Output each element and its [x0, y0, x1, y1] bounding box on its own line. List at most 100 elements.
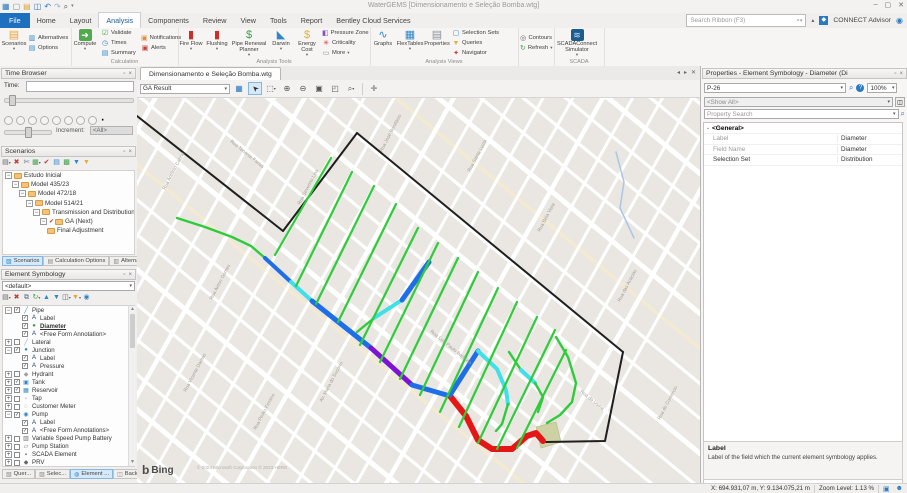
scenario-tree-item[interactable]: − Estudo Inicial [3, 171, 134, 180]
delete-symbology-icon[interactable]: ✖ [12, 293, 21, 303]
scrollbar-thumb[interactable] [130, 314, 135, 348]
ribbon-button-scadaconnect-simulator[interactable]: ≋ SCADAConnect Simulator ▾ [554, 28, 600, 58]
playback-button[interactable] [16, 115, 25, 125]
close-icon[interactable]: × [128, 71, 132, 77]
tree-expander-icon[interactable]: − [5, 172, 12, 180]
collapse-ribbon-icon[interactable]: ▴ [811, 17, 814, 24]
save-status-icon[interactable]: ▣ [883, 485, 890, 493]
ribbon-button-flushing[interactable]: ▮ Flushing ▾ [204, 28, 230, 58]
ribbon-tab-home[interactable]: Home [30, 13, 63, 28]
scenario-tree-item[interactable]: − Model 435/23 [3, 180, 134, 189]
ribbon-button-more[interactable]: ▭ More ▾ [320, 48, 364, 58]
move-down-icon[interactable]: ▼ [52, 293, 61, 303]
help-icon[interactable]: ◉ [82, 293, 91, 303]
scenario-tree-item[interactable]: − Model 472/18 [3, 189, 134, 198]
ribbon-tab-tools[interactable]: Tools [263, 13, 294, 28]
document-tab[interactable]: Dimensionamento e Seleção Bomba.wtg [140, 67, 281, 81]
scenario-tree-item[interactable]: − Model 514/21 [3, 199, 134, 208]
symbology-tree-item[interactable]: + ▥ Variable Speed Pump Battery [3, 435, 134, 443]
tree-expander-icon[interactable]: + [5, 451, 12, 459]
dock-tab-selec[interactable]: ▨ Selec... [35, 469, 71, 479]
ribbon-tab-components[interactable]: Components [141, 13, 196, 28]
ribbon-button-scenarios[interactable]: ▤ Scenarios ▾ [2, 28, 27, 58]
move-up-icon[interactable]: ▲ [42, 293, 51, 303]
new-symbology-icon[interactable]: ▤ ▾ [2, 293, 11, 303]
delete-scenario-icon[interactable]: ✖ [12, 158, 21, 168]
search-icon[interactable]: ⌕ [901, 109, 905, 119]
show-all-filter-combo[interactable]: <Show All> ▾ [704, 97, 893, 107]
symbology-toggle-icon[interactable]: ▦ [232, 82, 246, 95]
zoom-in-icon[interactable]: ⊕ [280, 82, 294, 95]
filter-icon[interactable]: ▼ ▾ [72, 293, 81, 303]
symbology-tree-item[interactable]: + ◆ PRV [3, 459, 134, 466]
ribbon-button-fire-flow[interactable]: ▮ Fire Flow ▾ [178, 28, 204, 58]
ribbon-tab-bentley-cloud-services[interactable]: Bentley Cloud Services [329, 13, 417, 28]
checkbox-icon[interactable]: ✓ [22, 315, 28, 322]
symbology-tree-item[interactable]: ✓ A <Free Form Annotations> [3, 427, 134, 435]
tree-expander-icon[interactable]: − [19, 190, 26, 198]
increment-value[interactable]: <All> [90, 126, 133, 135]
checkbox-icon[interactable]: ✓ [14, 411, 20, 418]
checkbox-icon[interactable]: ✓ [14, 379, 20, 386]
tree-expander-icon[interactable]: + [5, 378, 12, 386]
copy-symbology-icon[interactable]: ⧉ [22, 293, 31, 303]
ribbon-button-contours[interactable]: ◎ Contours [518, 33, 552, 43]
playback-button[interactable] [64, 115, 73, 125]
tab-close-icon[interactable]: ✕ [691, 69, 696, 76]
tree-expander-icon[interactable]: + [5, 338, 12, 346]
properties-zoom-combo[interactable]: 100% ▾ [867, 83, 898, 93]
checkbox-icon[interactable]: ✓ [22, 419, 28, 426]
playback-button[interactable] [76, 115, 85, 125]
pin-icon[interactable]: ▫ [894, 71, 896, 77]
help-icon[interactable]: ◉ [896, 16, 903, 25]
new-file-icon[interactable]: ▢ [13, 1, 21, 12]
tree-expander-icon[interactable]: + [5, 395, 12, 403]
zoom-extents-icon[interactable]: ▣ [312, 82, 326, 95]
ribbon-button-alternatives[interactable]: ▥ Alternatives [26, 33, 69, 43]
pin-icon[interactable]: ▫ [123, 71, 125, 77]
checkbox-icon[interactable]: ✓ [22, 427, 28, 434]
playback-button[interactable] [40, 115, 49, 125]
pin-icon[interactable]: ▫ [123, 149, 125, 155]
checkbox-icon[interactable] [14, 395, 20, 402]
symbology-tree-item[interactable]: + ✓ ▣ Tank [3, 378, 134, 386]
tree-expander-icon[interactable]: + [5, 386, 12, 394]
tab-scroll-left-icon[interactable]: ◂ [677, 69, 680, 76]
checkbox-icon[interactable] [14, 451, 20, 458]
ribbon-button-refresh[interactable]: ↻ Refresh ▾ [518, 43, 552, 53]
playback-button[interactable] [52, 115, 61, 125]
dock-tab-quer[interactable]: ▧ Quer... [2, 469, 36, 479]
ribbon-button-pipe-renewal-planner[interactable]: $ Pipe Renewal Planner ▾ [230, 28, 268, 58]
checkbox-icon[interactable]: ✓ [14, 387, 20, 394]
search-dropdown-icon[interactable]: ▾ [800, 18, 803, 24]
undo-icon[interactable]: ↶ [44, 1, 51, 12]
qat-dropdown-icon[interactable]: ▾ [71, 1, 74, 12]
redo-icon[interactable]: ↷ [54, 1, 61, 12]
tab-calculation-options[interactable]: ▤ Calculation Options [43, 256, 110, 266]
tree-expander-icon[interactable]: − [5, 411, 12, 419]
ribbon-tab-view[interactable]: View [233, 13, 262, 28]
scenario-tree-item[interactable]: − ✔ GA (Next) [3, 217, 134, 226]
symbology-tree-item[interactable]: ✓ A Label [3, 419, 134, 427]
increment-slider-thumb[interactable] [25, 127, 32, 138]
zoom-tool-icon[interactable]: ⌕ [64, 1, 68, 12]
column-options-button[interactable]: ◫ [895, 97, 905, 107]
tree-expander-icon[interactable]: + [5, 459, 12, 466]
close-icon[interactable]: × [899, 71, 903, 77]
close-icon[interactable]: × [128, 272, 132, 278]
ribbon-button-criticality[interactable]: ✳ Criticality [320, 38, 364, 48]
result-set-combo[interactable]: GA Result ▾ [140, 83, 230, 94]
tree-expander-icon[interactable]: − [40, 218, 47, 226]
pan-tool-icon[interactable]: ✛ [367, 82, 381, 95]
ribbon-button-properties[interactable]: ▤ Properties [424, 28, 450, 58]
symbology-tree-item[interactable]: + ✓ ▦ Reservoir [3, 386, 134, 394]
ribbon-tab-layout[interactable]: Layout [63, 13, 99, 28]
property-row-selection-set[interactable]: Selection Set Distribution [704, 155, 902, 166]
tree-expander-icon[interactable]: − [12, 181, 19, 189]
checkbox-icon[interactable] [14, 371, 20, 378]
ribbon-button-compute[interactable]: ➜ Compute ▾ [71, 28, 99, 58]
minimize-button[interactable]: – [874, 1, 878, 9]
symbology-scrollbar[interactable]: ▲ ▼ [128, 306, 136, 466]
select-tool-icon[interactable]: ➤ [248, 82, 262, 95]
time-slider-thumb[interactable] [9, 95, 16, 106]
